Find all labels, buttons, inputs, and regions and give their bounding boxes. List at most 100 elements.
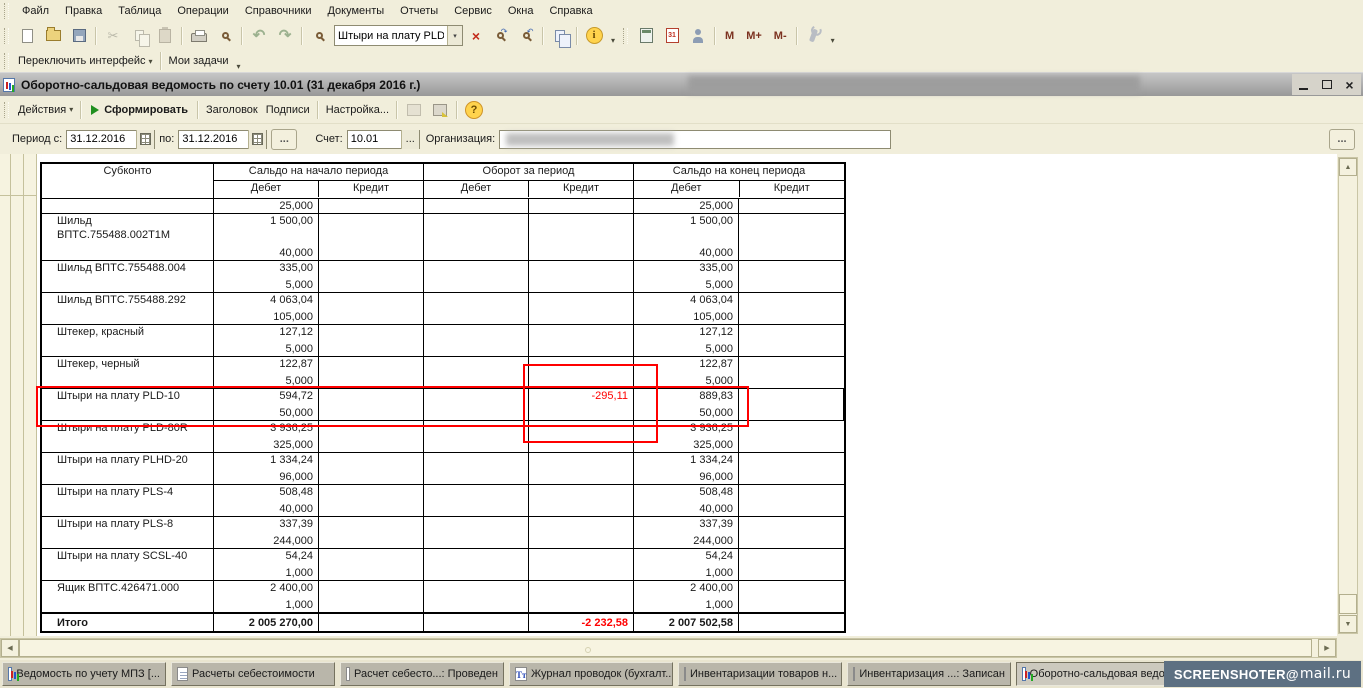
minimize-button[interactable] bbox=[1295, 77, 1312, 92]
memory-button[interactable]: M- bbox=[769, 28, 792, 44]
taskbar-item[interactable]: Расчеты себестоимости bbox=[171, 662, 335, 686]
period-from-calendar-button[interactable] bbox=[136, 130, 154, 149]
taskbar-item[interactable]: Оборотно-сальдовая ведо... bbox=[1016, 662, 1180, 686]
period-to-input[interactable] bbox=[179, 133, 248, 145]
menu-item[interactable]: Файл bbox=[14, 3, 57, 19]
signatures-button[interactable]: Подписи bbox=[262, 102, 314, 118]
vertical-scroll-thumb[interactable] bbox=[1339, 594, 1357, 614]
duplicate-button[interactable] bbox=[548, 24, 572, 48]
save-button[interactable] bbox=[67, 24, 91, 48]
report-row[interactable]: Штыри на плату PLS-8337,39244,000337,392… bbox=[42, 516, 844, 548]
toolbar-overflow-arrow[interactable]: ▾ bbox=[831, 36, 835, 45]
import-settings-button[interactable] bbox=[402, 98, 426, 122]
help-button[interactable]: ? bbox=[462, 98, 486, 122]
menu-item[interactable]: Правка bbox=[57, 3, 110, 19]
new-document-button[interactable] bbox=[15, 24, 39, 48]
report-cell bbox=[319, 581, 424, 612]
print-preview-button[interactable] bbox=[213, 24, 237, 48]
organization-select-button[interactable]: ... bbox=[1329, 129, 1355, 150]
close-button[interactable]: × bbox=[1341, 77, 1358, 92]
settings-button[interactable]: Настройка... bbox=[322, 102, 393, 118]
find-next-button[interactable]: ↷ bbox=[488, 24, 512, 48]
generate-button[interactable]: Сформировать bbox=[85, 102, 194, 118]
horizontal-scrollbar[interactable]: ◀ ▶ bbox=[0, 638, 1337, 658]
report-row[interactable]: Штыри на плату PLD-10594,7250,000-295,11… bbox=[42, 388, 844, 420]
switch-interface-button[interactable]: Переключить интерфейс▾ bbox=[14, 53, 157, 69]
taskbar-item[interactable]: Инвентаризации товаров н... bbox=[678, 662, 842, 686]
toolbar-grip[interactable] bbox=[4, 53, 9, 69]
report-row[interactable]: Штыри на плату PLHD-201 334,2496,0001 33… bbox=[42, 452, 844, 484]
search-input[interactable] bbox=[335, 28, 447, 43]
info-button[interactable]: i bbox=[582, 24, 606, 48]
find-button[interactable] bbox=[307, 24, 331, 48]
report-row[interactable]: ШильдВПТС.755488.002Т1М1 500,0040,0001 5… bbox=[42, 213, 844, 260]
clear-search-button[interactable]: × bbox=[466, 24, 486, 48]
organization-field[interactable] bbox=[499, 130, 891, 149]
header-button[interactable]: Заголовок bbox=[202, 102, 262, 118]
user-lock-button[interactable] bbox=[686, 24, 710, 48]
toolbar-overflow-arrow[interactable]: ▾ bbox=[236, 62, 240, 71]
horizontal-scroll-thumb[interactable] bbox=[19, 639, 1312, 657]
report-row[interactable]: Шильд ВПТС.755488.004335,005,000335,005,… bbox=[42, 260, 844, 292]
scroll-up-button[interactable]: ▲ bbox=[1339, 158, 1357, 176]
scroll-down-button[interactable]: ▼ bbox=[1339, 615, 1357, 633]
calculator-icon bbox=[640, 28, 653, 43]
report-row[interactable]: 25,00025,000 bbox=[42, 199, 844, 213]
report-row[interactable]: Штыри на плату PLD-80R3 936,25325,0003 9… bbox=[42, 420, 844, 452]
menu-item[interactable]: Отчеты bbox=[392, 3, 446, 19]
menu-item[interactable]: Документы bbox=[319, 3, 392, 19]
period-more-button[interactable]: ... bbox=[271, 129, 297, 150]
menu-item[interactable]: Сервис bbox=[446, 3, 500, 19]
paste-button[interactable] bbox=[153, 24, 177, 48]
report-cell: 3 936,25325,000 bbox=[214, 421, 319, 452]
taskbar-item[interactable]: Ведомость по учету МПЗ [... bbox=[2, 662, 166, 686]
restore-button[interactable] bbox=[1318, 77, 1335, 92]
report-total-row[interactable]: Итого2 005 270,00-2 232,582 007 502,58 bbox=[42, 612, 844, 631]
vertical-scrollbar[interactable]: ▲ ▼ bbox=[1338, 157, 1358, 634]
report-row[interactable]: Штекер, черный122,875,000122,875,000 bbox=[42, 356, 844, 388]
cut-button[interactable]: ✂ bbox=[101, 24, 125, 48]
my-tasks-button[interactable]: Мои задачи bbox=[165, 53, 233, 69]
export-settings-button[interactable] bbox=[428, 98, 452, 122]
info-overflow-arrow[interactable]: ▾ bbox=[611, 36, 615, 45]
report-row[interactable]: Шильд ВПТС.755488.2924 063,04105,0004 06… bbox=[42, 292, 844, 324]
scroll-right-button[interactable]: ▶ bbox=[1318, 639, 1336, 657]
report-cell bbox=[424, 261, 529, 292]
toolbar-grip[interactable] bbox=[4, 28, 9, 44]
menu-item[interactable]: Справка bbox=[541, 3, 600, 19]
menu-item[interactable]: Таблица bbox=[110, 3, 169, 19]
report-row[interactable]: Ящик ВПТС.426471.0002 400,001,0002 400,0… bbox=[42, 580, 844, 612]
scroll-left-button[interactable]: ◀ bbox=[1, 639, 19, 657]
actions-button[interactable]: Действия▾ bbox=[14, 102, 77, 118]
redo-button[interactable]: ↷ bbox=[273, 24, 297, 48]
memory-button[interactable]: M+ bbox=[741, 28, 767, 44]
taskbar-item[interactable]: Инвентаризация ...: Записан bbox=[847, 662, 1011, 686]
copy-button[interactable] bbox=[127, 24, 151, 48]
menu-item[interactable]: Операции bbox=[169, 3, 236, 19]
taskbar-item[interactable]: ТтЖурнал проводок (бухгалт... bbox=[509, 662, 673, 686]
memory-button[interactable]: M bbox=[720, 28, 739, 44]
find-previous-button[interactable]: ↶ bbox=[514, 24, 538, 48]
toolbar-grip[interactable] bbox=[4, 3, 9, 19]
menu-item[interactable]: Справочники bbox=[237, 3, 320, 19]
print-button[interactable] bbox=[187, 24, 211, 48]
report-row[interactable]: Штыри на плату SCSL-4054,241,00054,241,0… bbox=[42, 548, 844, 580]
search-dropdown-button[interactable]: ▾ bbox=[447, 26, 462, 45]
taskbar-item[interactable]: Расчет себесто...: Проведен bbox=[340, 662, 504, 686]
report-row[interactable]: Штекер, красный127,125,000127,125,000 bbox=[42, 324, 844, 356]
report-row[interactable]: Штыри на плату PLS-4508,4840,000508,4840… bbox=[42, 484, 844, 516]
toolbar-grip[interactable] bbox=[4, 102, 9, 118]
service-settings-button[interactable] bbox=[802, 24, 826, 48]
undo-button[interactable]: ↶ bbox=[247, 24, 271, 48]
calculator-button[interactable] bbox=[634, 24, 658, 48]
account-input[interactable] bbox=[348, 133, 401, 145]
period-to-calendar-button[interactable] bbox=[248, 130, 266, 149]
calendar-button[interactable]: 31 bbox=[660, 24, 684, 48]
open-button[interactable] bbox=[41, 24, 65, 48]
account-select-button[interactable]: ... bbox=[401, 130, 419, 149]
my-tasks-label: Мои задачи bbox=[169, 55, 229, 67]
report-cell bbox=[739, 325, 844, 356]
toolbar-grip[interactable] bbox=[623, 28, 628, 44]
period-from-input[interactable] bbox=[67, 133, 136, 145]
menu-item[interactable]: Окна bbox=[500, 3, 542, 19]
